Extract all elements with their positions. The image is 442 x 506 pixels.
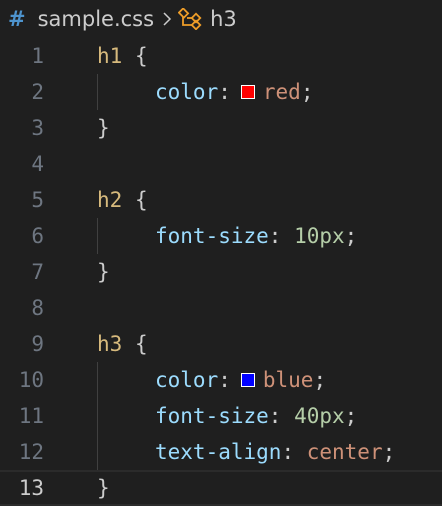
brace-token: { <box>122 332 148 356</box>
semicolon-token: ; <box>382 440 396 464</box>
brace-token: { <box>122 44 148 68</box>
semicolon-token: ; <box>344 404 358 428</box>
code-content: h1 { <box>97 38 148 74</box>
line-number: 12 <box>18 440 44 464</box>
code-content: font-size: 10px; <box>155 218 357 254</box>
semicolon-token: ; <box>344 224 358 248</box>
indent-guide <box>97 74 98 110</box>
color-swatch-blue[interactable] <box>240 373 255 387</box>
code-line[interactable]: 10 color: blue; <box>0 362 442 398</box>
code-line[interactable]: 1 h1 { <box>0 38 442 74</box>
indent-guide <box>97 398 98 434</box>
value-token: center <box>306 440 383 464</box>
value-token: blue <box>262 368 314 392</box>
breadcrumb: # sample.css h3 <box>0 0 442 38</box>
property-token: font-size <box>155 224 269 248</box>
breadcrumb-file[interactable]: sample.css <box>38 7 154 31</box>
colon-token: : <box>281 440 307 464</box>
selector-token: h1 <box>97 44 123 68</box>
line-number: 13 <box>18 476 44 500</box>
code-line[interactable]: 12 text-align: center; <box>0 434 442 470</box>
selector-token: h2 <box>97 188 123 212</box>
code-content: h3 { <box>97 326 148 362</box>
breadcrumb-symbol[interactable]: h3 <box>210 7 237 31</box>
css-file-icon: # <box>8 7 26 31</box>
line-number: 8 <box>31 296 44 320</box>
code-content: color: blue; <box>155 362 326 398</box>
symbol-class-icon <box>178 8 204 30</box>
code-lines: 1 h1 { 2 color: red; 3 } 4 5 h2 { 6 font-… <box>0 38 442 506</box>
line-number: 2 <box>31 80 44 104</box>
selector-token: h3 <box>97 332 123 356</box>
line-number: 5 <box>31 188 44 212</box>
code-line[interactable]: 9 h3 { <box>0 326 442 362</box>
semicolon-token: ; <box>300 80 314 104</box>
value-token: red <box>262 80 301 104</box>
code-line[interactable]: 8 <box>0 290 442 326</box>
code-content: text-align: center; <box>155 434 395 470</box>
code-line[interactable]: 5 h2 { <box>0 182 442 218</box>
property-token: font-size <box>155 404 269 428</box>
colon-token: : <box>268 224 295 248</box>
line-number: 11 <box>18 404 44 428</box>
code-content: color: red; <box>155 74 313 110</box>
code-content: h2 { <box>97 182 148 218</box>
code-editor[interactable]: # sample.css h3 1 h1 { 2 color: red; 3}… <box>0 0 442 506</box>
colon-token: : <box>218 368 231 392</box>
line-number: 3 <box>31 116 44 140</box>
line-number: 9 <box>31 332 44 356</box>
code-line[interactable]: 6 font-size: 10px; <box>0 218 442 254</box>
code-content: } <box>97 472 110 504</box>
line-number: 10 <box>18 368 44 392</box>
property-token: color <box>155 368 219 392</box>
code-line[interactable]: 3 } <box>0 110 442 146</box>
code-line[interactable]: 4 <box>0 146 442 182</box>
indent-guide <box>97 218 98 254</box>
line-number: 6 <box>31 224 44 248</box>
semicolon-token: ; <box>313 368 327 392</box>
code-line[interactable]: 7 } <box>0 254 442 290</box>
brace-token: } <box>97 260 110 284</box>
colon-token: : <box>268 404 295 428</box>
brace-token: } <box>97 116 110 140</box>
line-number: 1 <box>31 44 44 68</box>
number-token: 40px <box>294 404 345 428</box>
code-content: } <box>97 254 110 290</box>
line-number: 7 <box>31 260 44 284</box>
code-content: font-size: 40px; <box>155 398 357 434</box>
indent-guide <box>97 434 98 470</box>
property-token: color <box>155 80 219 104</box>
brace-token: } <box>97 476 110 500</box>
code-content: } <box>97 110 110 146</box>
property-token: text-align <box>155 440 282 464</box>
code-line[interactable]: 11 font-size: 40px; <box>0 398 442 434</box>
indent-guide <box>97 362 98 398</box>
brace-token: { <box>122 188 148 212</box>
colon-token: : <box>218 80 231 104</box>
color-swatch-red[interactable] <box>240 85 255 99</box>
code-line-current[interactable]: 13 } <box>0 470 442 506</box>
number-token: 10px <box>294 224 345 248</box>
line-number: 4 <box>31 152 44 176</box>
code-line[interactable]: 2 color: red; <box>0 74 442 110</box>
chevron-right-icon <box>162 11 172 27</box>
